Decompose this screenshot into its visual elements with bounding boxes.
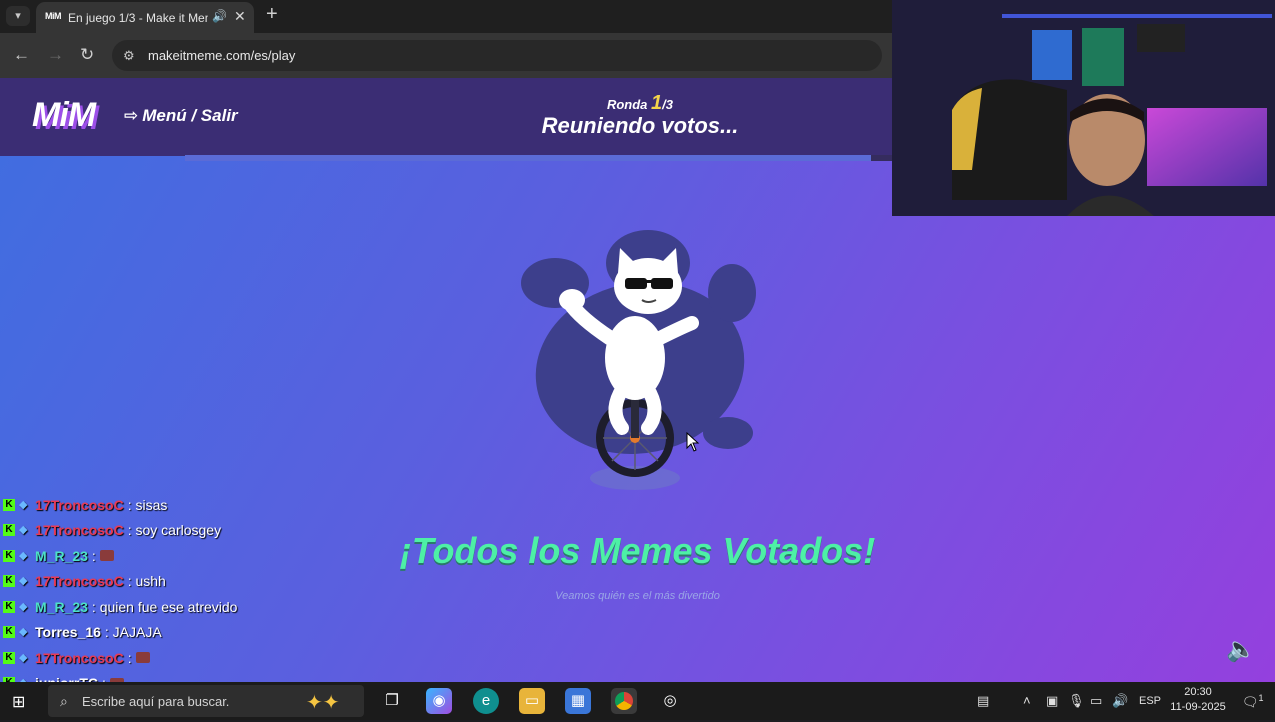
tray-chevron-up-icon[interactable]: ˄: [1023, 693, 1031, 708]
chat-message: K ◆ 17TroncosoC: ushh: [0, 569, 380, 595]
chat-username[interactable]: 17TroncosoC: [35, 497, 124, 513]
chat-message: K ◆ M_R_23: quien fue ese atrevido: [0, 594, 380, 620]
chat-message: K ◆ 17TroncosoC: sisas: [0, 492, 380, 518]
file-explorer-icon[interactable]: ▭: [519, 688, 545, 714]
tab-active[interactable]: MiM En juego 1/3 - Make it Meme 🔊 ✕: [36, 2, 254, 33]
tab-close-icon[interactable]: ✕: [234, 8, 246, 25]
microphone-icon[interactable]: 🎙: [1068, 693, 1085, 709]
search-icon: ⌕: [60, 693, 68, 709]
subscriber-badge-icon: ◆: [19, 524, 28, 537]
chat-message: K ◆ 17TroncosoC: soy carlosgey: [0, 518, 380, 544]
kick-badge-icon: K: [3, 498, 15, 511]
tab-title: En juego 1/3 - Make it Meme: [68, 11, 208, 25]
chat-message: K ◆ Torres_16: JAJAJA: [0, 620, 380, 646]
round-label: Ronda: [606, 97, 648, 112]
subscriber-badge-icon: ◆: [19, 575, 28, 588]
round-indicator: Ronda 1/3 Reuniendo votos...: [540, 92, 740, 139]
menu-exit-label: Menú / Salir: [142, 106, 238, 125]
chat-message: K ◆ M_R_23:: [0, 543, 380, 569]
game-logo[interactable]: MiM: [32, 96, 96, 135]
game-header: MiM ⇨ Menú / Salir Ronda 1/3 Reuniendo vo…: [0, 78, 892, 156]
speaker-icon[interactable]: 🔈: [1226, 635, 1256, 664]
chat-username[interactable]: 17TroncosoC: [35, 650, 124, 666]
windows-taskbar: ⊞ ⌕ Escribe aquí para buscar. ✦✦ ❐ ◉ e ▭…: [0, 682, 1275, 720]
chat-username[interactable]: Torres_16: [35, 624, 101, 640]
subscriber-badge-icon: ◆: [19, 651, 28, 664]
reload-icon[interactable]: ↻: [80, 45, 94, 65]
kick-badge-icon: K: [3, 524, 15, 537]
kick-badge-icon: K: [3, 575, 15, 588]
subscriber-badge-icon: ◆: [19, 498, 28, 511]
exit-icon: ⇨: [124, 106, 139, 125]
sparkle-icon[interactable]: ✦✦: [306, 690, 340, 715]
back-arrow-icon[interactable]: ←: [13, 45, 30, 65]
url-text: makeitmeme.com/es/play: [148, 48, 296, 63]
chat-text: : JAJAJA: [104, 624, 162, 641]
news-widget-icon[interactable]: ▤: [977, 693, 989, 709]
chat-username[interactable]: 17TroncosoC: [35, 573, 124, 589]
kick-badge-icon: K: [3, 651, 15, 664]
chat-username[interactable]: 17TroncosoC: [35, 522, 124, 538]
taskbar-search[interactable]: ⌕ Escribe aquí para buscar. ✦✦: [48, 685, 364, 717]
subscriber-badge-icon: ◆: [19, 626, 28, 639]
search-placeholder: Escribe aquí para buscar.: [82, 694, 230, 709]
store-icon[interactable]: ▦: [565, 688, 591, 714]
new-tab-button[interactable]: +: [266, 3, 278, 26]
subscriber-badge-icon: ◆: [19, 549, 28, 562]
chat-username[interactable]: M_R_23: [35, 548, 88, 564]
kick-badge-icon: K: [3, 600, 15, 613]
tab-audio-icon[interactable]: 🔊: [212, 9, 227, 23]
copilot-icon[interactable]: ◉: [426, 688, 452, 714]
kick-badge-icon: K: [3, 549, 15, 562]
subscriber-badge-icon: ◆: [19, 600, 28, 613]
obs-icon[interactable]: ◎: [657, 688, 683, 714]
round-label-line: Ronda 1/3: [540, 92, 740, 115]
chat-username[interactable]: M_R_23: [35, 599, 88, 615]
language-indicator[interactable]: ESP: [1139, 695, 1161, 707]
edge-icon[interactable]: e: [473, 688, 499, 714]
forward-arrow-icon[interactable]: →: [47, 45, 64, 65]
menu-exit-button[interactable]: ⇨ Menú / Salir: [124, 106, 238, 126]
browser-tab-bar: ▾ MiM En juego 1/3 - Make it Meme 🔊 ✕ +: [0, 0, 892, 33]
emote-icon: [99, 550, 114, 562]
chat-text: : soy carlosgey: [127, 522, 222, 539]
chat-text: : sisas: [127, 496, 168, 513]
chat-text: :: [91, 547, 96, 564]
tab-favicon: MiM: [45, 11, 62, 21]
network-icon[interactable]: ▭: [1090, 693, 1102, 709]
round-current: 1: [651, 92, 663, 114]
round-progress-fill: [185, 155, 871, 161]
mouse-cursor-icon: [686, 432, 700, 452]
site-settings-icon[interactable]: ⚙: [123, 48, 135, 64]
task-view-icon[interactable]: ❐: [379, 688, 405, 714]
chat-text: :: [127, 649, 132, 666]
cat-unicycle-mascot: [521, 230, 756, 490]
chrome-icon[interactable]: [611, 688, 637, 714]
windows-start-icon[interactable]: ⊞: [12, 692, 25, 712]
notification-icon[interactable]: 🗨1: [1242, 693, 1264, 710]
chat-message: K ◆ 17TroncosoC:: [0, 645, 380, 671]
clock-date: 11-09-2025: [1170, 701, 1226, 713]
tab-search-button[interactable]: ▾: [6, 6, 30, 26]
emote-icon: [135, 652, 150, 664]
clock-time: 20:30: [1184, 686, 1212, 698]
chat-text: : ushh: [127, 573, 166, 590]
volume-icon[interactable]: 🔊: [1112, 693, 1128, 709]
taskbar-clock[interactable]: 20:30 11-09-2025: [1168, 685, 1228, 715]
address-bar[interactable]: ⚙ makeitmeme.com/es/play: [112, 40, 882, 71]
kick-badge-icon: K: [3, 626, 15, 639]
chat-text: : quien fue ese atrevido: [91, 598, 238, 615]
browser-toolbar: ← → ↻ ⚙ makeitmeme.com/es/play: [0, 33, 892, 78]
notification-count: 1: [1258, 693, 1264, 703]
tray-app-icon[interactable]: ▣: [1046, 693, 1058, 709]
round-status: Reuniendo votos...: [541, 113, 739, 138]
streamer-webcam: [892, 0, 1275, 216]
round-total: /3: [662, 97, 674, 112]
